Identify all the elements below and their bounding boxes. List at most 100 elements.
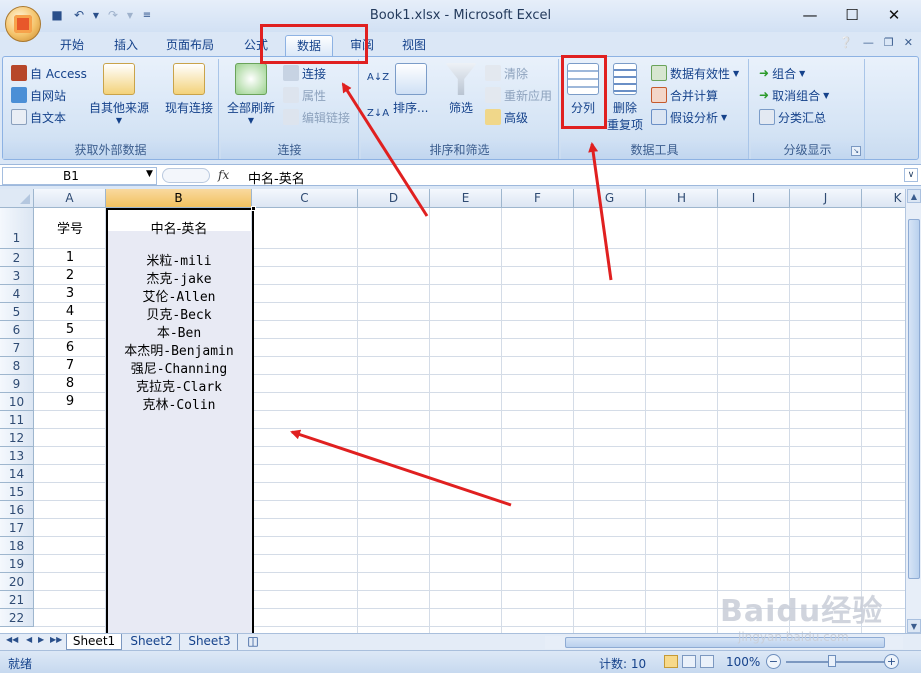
- prev-sheet-icon[interactable]: ◀: [26, 635, 32, 644]
- sort-ascending-button[interactable]: A↓Z: [367, 67, 389, 87]
- tab-view[interactable]: 视图: [392, 35, 436, 56]
- sort-button[interactable]: 排序...: [393, 63, 428, 116]
- cell-id[interactable]: 8: [34, 376, 106, 391]
- row-header[interactable]: 12: [0, 429, 34, 447]
- row-header[interactable]: 4: [0, 285, 34, 303]
- formula-bar-splitter[interactable]: [162, 168, 210, 183]
- cell-id[interactable]: 1: [34, 250, 106, 265]
- connections-button[interactable]: 连接: [283, 63, 326, 83]
- sheet-tab-1[interactable]: Sheet1: [66, 634, 122, 650]
- refresh-all-button[interactable]: 全部刷新 ▼: [227, 63, 275, 125]
- name-box-dropdown-icon[interactable]: ▼: [146, 169, 153, 179]
- next-sheet-icon[interactable]: ▶: [38, 635, 44, 644]
- row-header[interactable]: 6: [0, 321, 34, 339]
- row-header[interactable]: 8: [0, 357, 34, 375]
- maximize-button[interactable]: ☐: [835, 2, 869, 28]
- advanced-filter-button[interactable]: 高级: [485, 107, 528, 127]
- row-header[interactable]: 21: [0, 591, 34, 609]
- formula-input[interactable]: 中名-英名: [248, 168, 305, 187]
- column-header-e[interactable]: E: [430, 189, 502, 208]
- office-button[interactable]: [5, 6, 41, 42]
- filter-button[interactable]: 筛选: [445, 63, 477, 116]
- row-header[interactable]: 13: [0, 447, 34, 465]
- insert-sheet-icon[interactable]: ◫: [242, 634, 264, 650]
- cell-id[interactable]: 7: [34, 358, 106, 373]
- vertical-scrollbar[interactable]: ▲ ▼: [905, 189, 921, 633]
- column-header-j[interactable]: J: [790, 189, 862, 208]
- worksheet-grid[interactable]: ABCDEFGHIJK 1 2 3 4 5 6 7 8 9 10 11 12 13 14 15 16 17 18 1…: [0, 189, 905, 633]
- help-icon[interactable]: ❔: [839, 36, 853, 49]
- clear-button[interactable]: 清除: [485, 63, 528, 83]
- tab-insert[interactable]: 插入: [104, 35, 148, 56]
- cell-id[interactable]: 6: [34, 340, 106, 355]
- properties-button[interactable]: 属性: [283, 85, 326, 105]
- select-all-button[interactable]: [0, 189, 34, 208]
- column-header-g[interactable]: G: [574, 189, 646, 208]
- page-break-view-icon[interactable]: [700, 655, 714, 668]
- cell-id[interactable]: 3: [34, 286, 106, 301]
- from-text-button[interactable]: 自文本: [11, 107, 66, 127]
- fill-handle[interactable]: [251, 206, 256, 211]
- row-header[interactable]: 19: [0, 555, 34, 573]
- vertical-scroll-thumb[interactable]: [908, 219, 920, 579]
- ribbon-close-icon[interactable]: ✕: [904, 36, 913, 49]
- row-header[interactable]: 15: [0, 483, 34, 501]
- consolidate-button[interactable]: 合并计算: [651, 85, 718, 105]
- scroll-up-icon[interactable]: ▲: [907, 189, 921, 203]
- from-other-sources-button[interactable]: 自其他来源 ▼: [89, 63, 149, 125]
- sort-descending-button[interactable]: Z↓A: [367, 103, 389, 123]
- page-layout-view-icon[interactable]: [682, 655, 696, 668]
- from-access-button[interactable]: 自 Access: [11, 63, 87, 83]
- dialog-launcher-icon[interactable]: ↘: [851, 146, 861, 156]
- column-header-f[interactable]: F: [502, 189, 574, 208]
- zoom-slider[interactable]: [786, 661, 886, 663]
- normal-view-icon[interactable]: [664, 655, 678, 668]
- insert-function-icon[interactable]: fx: [218, 168, 229, 182]
- row-header[interactable]: 17: [0, 519, 34, 537]
- row-header[interactable]: 1: [0, 208, 34, 249]
- sheet-tab-3[interactable]: Sheet3: [182, 634, 238, 650]
- first-sheet-icon[interactable]: ◀◀: [6, 635, 18, 644]
- row-header[interactable]: 22: [0, 609, 34, 627]
- ribbon-minimize-icon[interactable]: —: [863, 36, 874, 49]
- row-header[interactable]: 5: [0, 303, 34, 321]
- row-header[interactable]: 20: [0, 573, 34, 591]
- column-header-c[interactable]: C: [252, 189, 358, 208]
- zoom-in-icon[interactable]: +: [884, 654, 899, 669]
- subtotal-button[interactable]: 分类汇总: [759, 107, 826, 127]
- row-header[interactable]: 7: [0, 339, 34, 357]
- tab-page-layout[interactable]: 页面布局: [158, 35, 222, 56]
- reapply-button[interactable]: 重新应用: [485, 85, 552, 105]
- ribbon-restore-icon[interactable]: ❐: [884, 36, 894, 49]
- existing-connections-button[interactable]: 现有连接: [165, 63, 213, 116]
- row-header[interactable]: 3: [0, 267, 34, 285]
- minimize-button[interactable]: —: [793, 2, 827, 28]
- row-header[interactable]: 18: [0, 537, 34, 555]
- cell-id[interactable]: 4: [34, 304, 106, 319]
- column-header-i[interactable]: I: [718, 189, 790, 208]
- last-sheet-icon[interactable]: ▶▶: [50, 635, 62, 644]
- zoom-slider-thumb[interactable]: [828, 655, 836, 667]
- row-header[interactable]: 9: [0, 375, 34, 393]
- row-header[interactable]: 16: [0, 501, 34, 519]
- data-validation-button[interactable]: 数据有效性 ▼: [651, 63, 739, 83]
- row-header[interactable]: 11: [0, 411, 34, 429]
- column-header-d[interactable]: D: [358, 189, 430, 208]
- tab-home[interactable]: 开始: [50, 35, 94, 56]
- column-header-h[interactable]: H: [646, 189, 718, 208]
- column-header-a[interactable]: A: [34, 189, 106, 208]
- zoom-out-icon[interactable]: −: [766, 654, 781, 669]
- sheet-tab-2[interactable]: Sheet2: [124, 634, 180, 650]
- column-header-k[interactable]: K: [862, 189, 905, 208]
- column-header-b[interactable]: B: [106, 189, 252, 208]
- what-if-analysis-button[interactable]: 假设分析 ▼: [651, 107, 727, 127]
- from-web-button[interactable]: 自网站: [11, 85, 66, 105]
- row-header[interactable]: 2: [0, 249, 34, 267]
- group-button[interactable]: ➜ 组合 ▼: [759, 63, 805, 83]
- row-header[interactable]: 14: [0, 465, 34, 483]
- row-header[interactable]: 10: [0, 393, 34, 411]
- cell-id[interactable]: 2: [34, 268, 106, 283]
- close-button[interactable]: ✕: [877, 2, 911, 28]
- zoom-level[interactable]: 100%: [726, 655, 760, 669]
- ungroup-button[interactable]: ➜ 取消组合 ▼: [759, 85, 829, 105]
